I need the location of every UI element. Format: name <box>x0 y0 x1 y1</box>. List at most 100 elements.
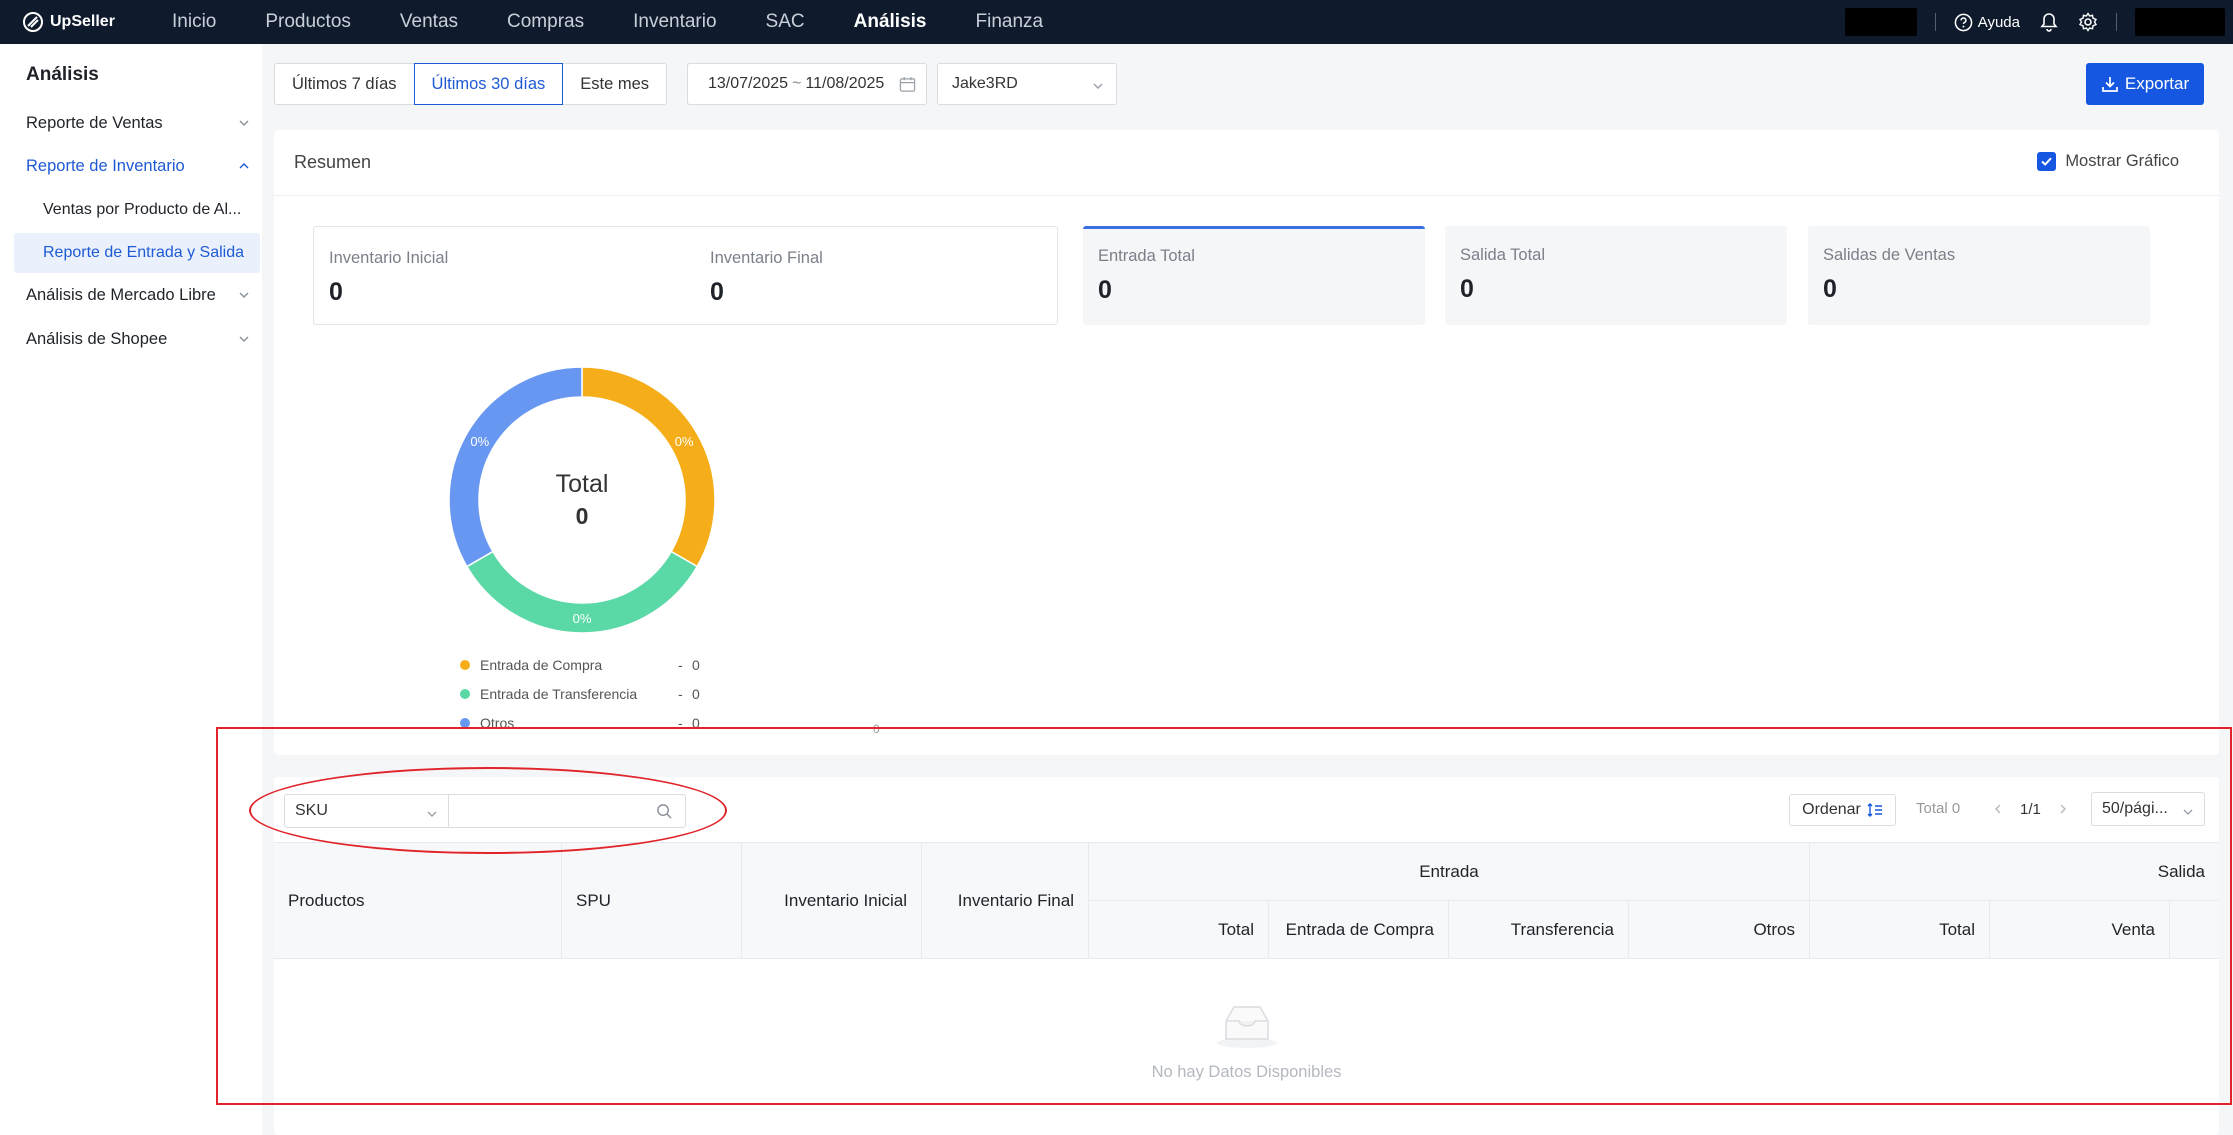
date-separator: ~ <box>792 75 802 92</box>
export-button[interactable]: Exportar <box>2086 63 2204 105</box>
legend-dot-icon <box>460 717 470 728</box>
sidebar-item-shopee[interactable]: Análisis de Shopee <box>14 319 260 359</box>
nav-inicio[interactable]: Inicio <box>172 11 216 33</box>
checkbox-checked-icon[interactable] <box>2037 152 2057 171</box>
table-panel: SKU Ordenar Total 0 1/1 50/pági... Produ… <box>274 777 2219 1135</box>
prev-page-button[interactable] <box>1988 799 2008 819</box>
store-select[interactable]: Jake3RD <box>937 63 1117 105</box>
help-link[interactable]: Ayuda <box>1954 13 2020 32</box>
col-group-salida: Salida <box>1810 843 2219 901</box>
upseller-logo-icon <box>23 12 43 32</box>
nav-ventas[interactable]: Ventas <box>400 11 458 33</box>
show-chart-toggle[interactable]: Mostrar Gráfico <box>2037 152 2179 171</box>
nav-compras[interactable]: Compras <box>507 11 584 33</box>
table-header: Productos SPU Inventario Inicial Inventa… <box>274 842 2219 959</box>
sidebar-item-label: Reporte de Ventas <box>26 113 163 132</box>
col-salida-total[interactable]: Total <box>1810 901 1990 958</box>
legend-dash: - <box>678 714 683 731</box>
calendar-icon <box>899 76 916 92</box>
donut-chart: 0% 0% 0% Total 0 <box>442 360 722 640</box>
donut-total-value: 0 <box>575 503 589 529</box>
axis-zero-label: 0 <box>873 722 880 736</box>
download-icon <box>2102 77 2118 92</box>
brand-logo[interactable]: UpSeller <box>22 11 172 33</box>
page-size-value: 50/pági... <box>2102 800 2168 817</box>
col-inventario-inicial[interactable]: Inventario Inicial <box>742 843 922 958</box>
summary-header: Resumen <box>274 130 2219 196</box>
col-transferencia[interactable]: Transferencia <box>1449 901 1629 958</box>
nav-productos[interactable]: Productos <box>265 11 351 33</box>
export-label: Exportar <box>2124 74 2190 93</box>
sidebar-item-reporte-ventas[interactable]: Reporte de Ventas <box>14 103 260 143</box>
total-count: Total 0 <box>1916 800 1961 817</box>
chevron-down-icon <box>239 292 249 298</box>
bell-icon <box>2040 13 2058 32</box>
pagination: 1/1 <box>1988 799 2073 819</box>
legend-value: 0 <box>692 656 700 673</box>
col-inventario-final[interactable]: Inventario Final <box>922 843 1089 958</box>
stat-value: 0 <box>710 278 724 306</box>
sidebar-item-label: Análisis de Shopee <box>26 329 168 348</box>
sidebar-item-reporte-inventario[interactable]: Reporte de Inventario <box>14 146 260 186</box>
range-30-days-button[interactable]: Últimos 30 días <box>413 63 564 105</box>
search-field-value: SKU <box>295 802 328 819</box>
stat-salida-total[interactable]: Salida Total 0 <box>1445 226 1787 325</box>
nav-divider <box>2116 13 2117 31</box>
date-from: 13/07/2025 <box>708 75 789 92</box>
sidebar-title: Análisis <box>26 64 99 85</box>
sort-button[interactable]: Ordenar <box>1789 794 1896 826</box>
legend-item[interactable]: Entrada de Compra - 0 <box>460 650 700 679</box>
stat-inventario-inicial: Inventario Inicial 0 <box>314 227 694 324</box>
search-icon[interactable] <box>656 803 673 820</box>
sidebar-subitem-entrada-salida[interactable]: Reporte de Entrada y Salida <box>14 233 260 273</box>
search-field-select[interactable]: SKU <box>284 794 449 828</box>
page-size-select[interactable]: 50/pági... <box>2091 792 2205 826</box>
sidebar-item-label: Análisis de Mercado Libre <box>26 285 216 304</box>
sidebar-item-label: Reporte de Inventario <box>26 156 185 175</box>
stat-value: 0 <box>329 278 343 306</box>
col-group-entrada: Entrada <box>1089 843 1810 901</box>
nav-divider <box>1934 13 1936 31</box>
sidebar-item-label: Ventas por Producto de Al... <box>43 201 242 218</box>
show-chart-label: Mostrar Gráfico <box>2065 152 2179 170</box>
stat-label: Entrada Total <box>1098 247 1195 265</box>
chevron-down-icon <box>2183 809 2193 815</box>
nav-finanza[interactable]: Finanza <box>976 11 1044 33</box>
nav-sac[interactable]: SAC <box>766 11 805 33</box>
col-venta[interactable]: Venta <box>1990 901 2170 958</box>
empty-inbox-icon <box>1216 1006 1277 1048</box>
help-label: Ayuda <box>1977 13 2020 31</box>
col-otros[interactable]: Otros <box>1629 901 1810 958</box>
notification-bell[interactable] <box>2040 12 2058 32</box>
sidebar-item-mercado-libre[interactable]: Análisis de Mercado Libre <box>14 275 260 315</box>
next-page-button[interactable] <box>2053 799 2073 819</box>
range-7-days-button[interactable]: Últimos 7 días <box>274 63 415 105</box>
sku-search-input[interactable] <box>448 794 686 828</box>
donut-total-label: Total <box>555 470 609 498</box>
empty-text: No hay Datos Disponibles <box>1151 1063 1342 1081</box>
range-this-month-button[interactable]: Este mes <box>562 63 668 105</box>
legend-dash: - <box>678 685 683 702</box>
col-spu[interactable]: SPU <box>562 843 742 958</box>
sidebar-subitem-ventas-producto[interactable]: Ventas por Producto de Al... <box>14 190 260 230</box>
sidebar: Análisis Reporte de Ventas Reporte de In… <box>0 44 262 1135</box>
chevron-down-icon <box>1093 83 1103 89</box>
legend-item[interactable]: Entrada de Transferencia - 0 <box>460 679 700 708</box>
col-entrada-total[interactable]: Total <box>1089 901 1269 958</box>
help-icon <box>1954 13 1973 31</box>
chevron-down-icon <box>239 336 249 342</box>
sort-icon <box>1867 803 1882 817</box>
settings-button[interactable] <box>2078 12 2098 32</box>
stat-salidas-ventas[interactable]: Salidas de Ventas 0 <box>1808 226 2150 325</box>
col-productos[interactable]: Productos <box>274 843 562 958</box>
nav-analisis[interactable]: Análisis <box>854 11 927 33</box>
col-entrada-compra[interactable]: Entrada de Compra <box>1269 901 1449 958</box>
redacted-account[interactable] <box>2135 8 2225 36</box>
date-range-picker[interactable]: 13/07/2025 ~ 11/08/2025 <box>687 63 927 105</box>
date-to: 11/08/2025 <box>805 75 885 92</box>
nav-inventario[interactable]: Inventario <box>633 11 716 33</box>
stat-value: 0 <box>1823 275 1837 303</box>
legend-item[interactable]: Otros - 0 <box>460 708 700 737</box>
chevron-right-icon <box>2060 804 2066 814</box>
stat-entrada-total[interactable]: Entrada Total 0 <box>1083 226 1425 325</box>
